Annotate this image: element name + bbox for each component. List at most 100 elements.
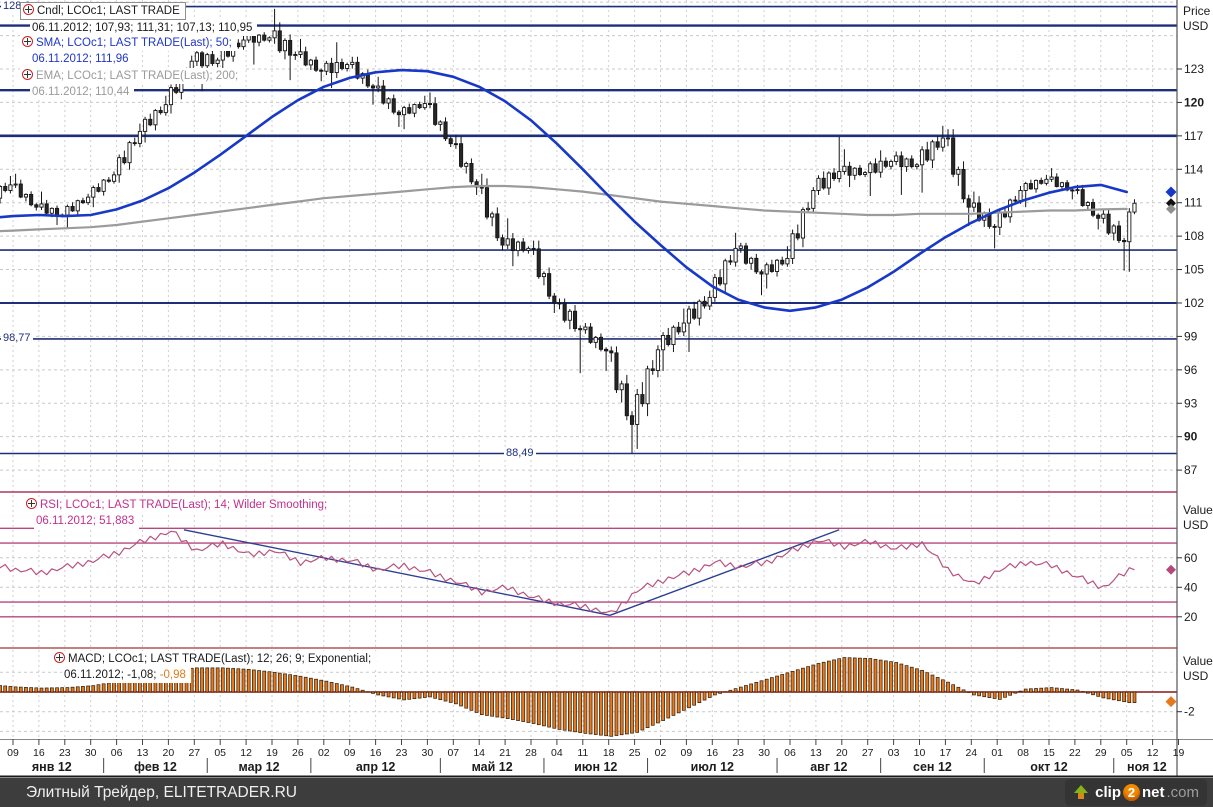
level-label: 88,49: [504, 446, 536, 459]
price-tick-label: 96: [1184, 363, 1198, 377]
date-tick-label: 08: [1017, 747, 1029, 759]
date-tick-label: 12: [240, 747, 252, 759]
date-tick-label: 05: [1121, 747, 1133, 759]
price-tick-label: 117: [1184, 129, 1203, 143]
macd-tick-label: -2: [1184, 705, 1195, 719]
date-tick-label: 13: [810, 747, 822, 759]
legend-rsi[interactable]: RSI; LCOc1; LAST TRADE(Last); 14; Wilder…: [24, 497, 333, 529]
month-label: май 12: [472, 760, 513, 774]
price-axis-title: Price: [1183, 4, 1211, 18]
date-tick-label: 22: [1069, 747, 1081, 759]
price-tick-label: 90: [1184, 430, 1198, 444]
macd-axis-title: Value: [1183, 654, 1213, 668]
axis-marker-diamond: [1165, 696, 1177, 708]
status-bar: Элитный Трейдер, ELITETRADER.RU clip 2 n…: [0, 778, 1213, 807]
month-label: апр 12: [356, 760, 396, 774]
legend-sma-title: SMA; LCOc1; LAST TRADE(Last); 50;: [36, 37, 232, 49]
price-axis-title: USD: [1183, 19, 1209, 33]
rsi-axis-title: USD: [1183, 518, 1209, 532]
date-tick-label: 17: [940, 747, 952, 759]
month-label: фев 12: [134, 760, 177, 774]
rsi-axis-title: Value: [1183, 503, 1213, 517]
indicator-icon: [23, 4, 34, 15]
month-label: сен 12: [913, 760, 952, 774]
date-tick-label: 30: [422, 747, 434, 759]
date-tick-label: 09: [7, 747, 19, 759]
legend-sma-values: 06.11.2012; 111,96: [30, 51, 134, 67]
date-tick-label: 19: [266, 747, 278, 759]
price-tick-label: 114: [1184, 162, 1203, 176]
date-tick-label: 30: [758, 747, 770, 759]
date-tick-label: 02: [318, 747, 330, 759]
legend-ema[interactable]: EMA; LCOc1; LAST TRADE(Last); 200; 06.11…: [20, 68, 244, 100]
level-label: 98,77: [1, 331, 33, 344]
indicator-icon: [22, 36, 33, 47]
date-tick-label: 06: [111, 747, 123, 759]
date-tick-label: 11: [577, 747, 588, 759]
date-tick-label: 12: [1147, 747, 1159, 759]
date-tick-label: 27: [188, 747, 200, 759]
legend-sma[interactable]: SMA; LCOc1; LAST TRADE(Last); 50; 06.11.…: [20, 35, 237, 67]
clip2net-text-clip: clip: [1095, 784, 1121, 801]
date-tick-label: 30: [85, 747, 97, 759]
clip2net-watermark[interactable]: clip 2 net .com: [1065, 779, 1207, 806]
price-tick-label: 93: [1184, 396, 1198, 410]
legend-macd-signal-value: -0,98: [159, 669, 186, 681]
date-tick-label: 29: [1095, 747, 1107, 759]
date-tick-label: 10: [914, 747, 926, 759]
status-title: Элитный Трейдер, ELITETRADER.RU: [26, 784, 297, 801]
indicator-icon: [22, 69, 33, 80]
date-tick-label: 05: [214, 747, 226, 759]
date-tick-label: 21: [499, 747, 511, 759]
rsi-tick-label: 60: [1184, 551, 1198, 565]
clip2net-arrow-icon: [1073, 785, 1089, 800]
date-tick-label: 02: [655, 747, 667, 759]
price-tick-label: 105: [1184, 263, 1204, 277]
date-tick-label: 25: [629, 747, 641, 759]
axis-marker-diamond: [1166, 564, 1176, 575]
date-tick-label: 23: [59, 747, 71, 759]
price-tick-label: 87: [1184, 463, 1198, 477]
date-tick-label: 16: [370, 747, 382, 759]
price-tick-label: 123: [1184, 62, 1204, 76]
legend-cndl-values: 06.11.2012; 107,93; 111,31; 107,13; 110,…: [30, 20, 258, 36]
axis-marker-diamond: [1165, 186, 1177, 198]
legend-macd[interactable]: MACD; LCOc1; LAST TRADE(Last); 12; 26; 9…: [52, 651, 377, 683]
legend-ema-values: 06.11.2012; 110,44: [30, 84, 135, 100]
date-tick-label: 27: [862, 747, 874, 759]
date-tick-label: 03: [888, 747, 900, 759]
price-tick-label: 108: [1184, 229, 1204, 243]
date-tick-label: 24: [965, 747, 977, 759]
legend-cndl-title: Cndl; LCOc1; LAST TRADE: [37, 5, 180, 17]
date-tick-label: 06: [784, 747, 796, 759]
date-tick-label: 09: [344, 747, 356, 759]
legend-cndl[interactable]: Cndl; LCOc1; LAST TRADE 06.11.2012; 107,…: [20, 2, 258, 36]
date-tick-label: 23: [732, 747, 744, 759]
date-tick-label: 23: [396, 747, 408, 759]
price-tick-label: 111: [1184, 196, 1203, 210]
date-tick-label: 13: [137, 747, 149, 759]
legend-ema-title: EMA; LCOc1; LAST TRADE(Last); 200;: [36, 70, 239, 82]
indicator-icon: [54, 652, 65, 663]
indicator-icon: [26, 498, 37, 509]
date-tick-label: 20: [836, 747, 848, 759]
date-tick-label: 07: [447, 747, 459, 759]
month-label: ноя 12: [1127, 760, 1167, 774]
date-tick-label: 20: [163, 747, 175, 759]
clip2net-text-com: .com: [1166, 784, 1199, 801]
clip2net-badge-2: 2: [1122, 784, 1140, 801]
price-tick-label: 99: [1184, 329, 1198, 343]
date-tick-label: 01: [991, 747, 1003, 759]
legend-rsi-values: 06.11.2012; 51,883: [34, 513, 140, 529]
date-tick-label: 09: [681, 747, 693, 759]
legend-rsi-title: RSI; LCOc1; LAST TRADE(Last); 14; Wilder…: [40, 499, 328, 511]
rsi-tick-label: 20: [1184, 610, 1198, 624]
legend-macd-values: 06.11.2012; -1,08; -0,98: [62, 667, 191, 683]
date-tick-label: 26: [292, 747, 304, 759]
macd-axis-title: USD: [1183, 669, 1209, 683]
month-label: авг 12: [810, 760, 847, 774]
month-label: мар 12: [239, 760, 280, 774]
date-tick-label: 15: [1043, 747, 1055, 759]
month-label: июл 12: [691, 760, 734, 774]
trading-chart-screen: 123 120 117 114 111 108 105 102 99 96 93 90 87 60 40 20…: [0, 0, 1213, 807]
